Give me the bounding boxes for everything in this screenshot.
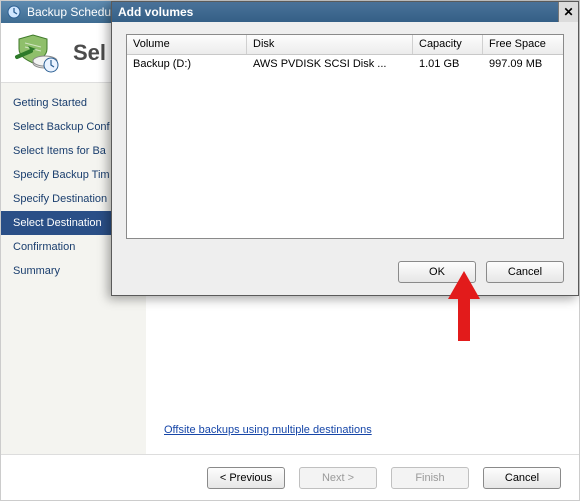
col-volume[interactable]: Volume — [127, 35, 247, 54]
dialog-close-button[interactable]: ✕ — [558, 2, 578, 22]
close-icon: ✕ — [563, 5, 573, 19]
finish-button: Finish — [391, 467, 469, 489]
wizard-cancel-button[interactable]: Cancel — [483, 467, 561, 489]
list-header: Volume Disk Capacity Free Space — [127, 35, 563, 55]
cell-capacity: 1.01 GB — [413, 55, 483, 73]
offsite-backups-link[interactable]: Offsite backups using multiple destinati… — [164, 424, 372, 436]
cell-free: 997.09 MB — [483, 55, 563, 73]
previous-button[interactable]: < Previous — [207, 467, 285, 489]
dialog-cancel-button[interactable]: Cancel — [486, 261, 564, 283]
app-icon — [7, 5, 21, 19]
wizard-footer: < Previous Next > Finish Cancel — [1, 454, 579, 500]
list-item[interactable]: Backup (D:) AWS PVDISK SCSI Disk ... 1.0… — [127, 55, 563, 73]
next-button: Next > — [299, 467, 377, 489]
cell-volume: Backup (D:) — [127, 55, 247, 73]
dialog-ok-button[interactable]: OK — [398, 261, 476, 283]
cell-disk: AWS PVDISK SCSI Disk ... — [247, 55, 413, 73]
wizard-header-icon — [13, 33, 61, 73]
dialog-titlebar: Add volumes ✕ — [112, 2, 578, 22]
volumes-list[interactable]: Volume Disk Capacity Free Space Backup (… — [126, 34, 564, 239]
col-disk[interactable]: Disk — [247, 35, 413, 54]
col-capacity[interactable]: Capacity — [413, 35, 483, 54]
col-free-space[interactable]: Free Space — [483, 35, 563, 54]
add-volumes-dialog: Add volumes ✕ Volume Disk Capacity Free … — [111, 1, 579, 296]
wizard-title: Backup Schedu — [27, 5, 111, 19]
dialog-title: Add volumes — [118, 5, 193, 19]
wizard-heading: Sel — [73, 40, 106, 66]
